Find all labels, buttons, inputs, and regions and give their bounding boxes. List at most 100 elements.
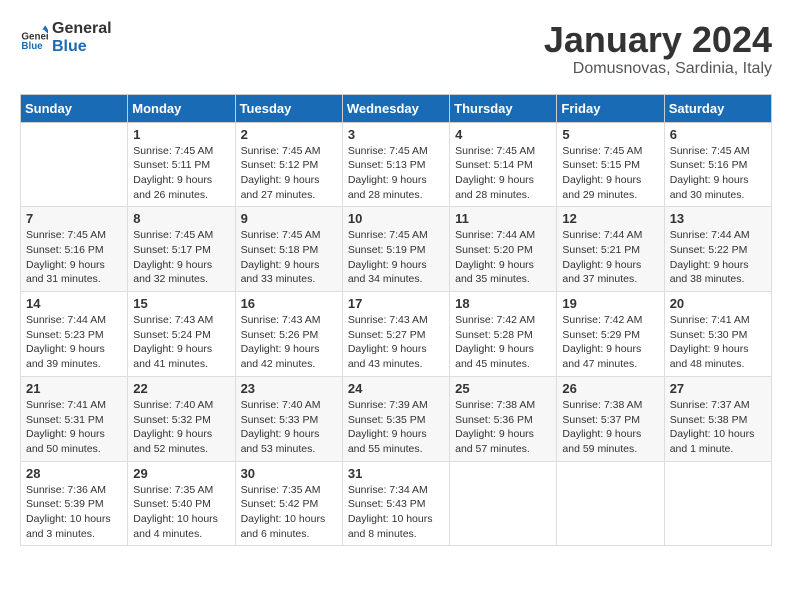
- day-number: 7: [26, 211, 122, 226]
- day-info: Sunrise: 7:43 AM Sunset: 5:24 PM Dayligh…: [133, 313, 229, 372]
- day-info: Sunrise: 7:40 AM Sunset: 5:33 PM Dayligh…: [241, 398, 337, 457]
- logo-general: General: [52, 20, 112, 38]
- calendar-cell: 5 Sunrise: 7:45 AM Sunset: 5:15 PM Daylig…: [557, 122, 664, 207]
- day-number: 25: [455, 381, 551, 396]
- calendar-cell: 26Sunrise: 7:38 AM Sunset: 5:37 PM Dayli…: [557, 376, 664, 461]
- week-row-4: 21 Sunrise: 7:41 AM Sunset: 5:31 PM Dayli…: [21, 376, 772, 461]
- calendar-cell: 11 Sunrise: 7:44 AM Sunset: 5:20 PM Dayli…: [450, 207, 557, 292]
- day-number: 8: [133, 211, 229, 226]
- day-number: 12: [562, 211, 658, 226]
- calendar-cell: 17Sunrise: 7:43 AM Sunset: 5:27 PM Dayli…: [342, 292, 449, 377]
- month-title: January 2024: [544, 20, 772, 60]
- calendar-cell: 3 Sunrise: 7:45 AM Sunset: 5:13 PM Daylig…: [342, 122, 449, 207]
- day-number: 13: [670, 211, 766, 226]
- calendar-cell: 10 Sunrise: 7:45 AM Sunset: 5:19 PM Dayli…: [342, 207, 449, 292]
- day-number: 28: [26, 466, 122, 481]
- calendar-cell: [21, 122, 128, 207]
- calendar-cell: 2 Sunrise: 7:45 AM Sunset: 5:12 PM Daylig…: [235, 122, 342, 207]
- day-number: 4: [455, 127, 551, 142]
- day-info: Sunrise: 7:38 AM Sunset: 5:36 PM Dayligh…: [455, 398, 551, 457]
- day-info: Sunrise: 7:44 AM Sunset: 5:23 PM Dayligh…: [26, 313, 122, 372]
- week-row-2: 7 Sunrise: 7:45 AM Sunset: 5:16 PM Daylig…: [21, 207, 772, 292]
- day-info: Sunrise: 7:41 AM Sunset: 5:31 PM Dayligh…: [26, 398, 122, 457]
- calendar-cell: 29 Sunrise: 7:35 AM Sunset: 5:40 PM Dayli…: [128, 461, 235, 546]
- day-number: 30: [241, 466, 337, 481]
- calendar-cell: 15 Sunrise: 7:43 AM Sunset: 5:24 PM Dayli…: [128, 292, 235, 377]
- day-number: 3: [348, 127, 444, 142]
- day-number: 27: [670, 381, 766, 396]
- calendar-cell: 4 Sunrise: 7:45 AM Sunset: 5:14 PM Daylig…: [450, 122, 557, 207]
- weekday-header-sunday: Sunday: [21, 94, 128, 122]
- day-number: 22: [133, 381, 229, 396]
- calendar-cell: 19 Sunrise: 7:42 AM Sunset: 5:29 PM Dayli…: [557, 292, 664, 377]
- day-number: 10: [348, 211, 444, 226]
- day-number: 11: [455, 211, 551, 226]
- day-number: 5: [562, 127, 658, 142]
- day-number: 31: [348, 466, 444, 481]
- day-info: Sunrise: 7:45 AM Sunset: 5:16 PM Dayligh…: [26, 228, 122, 287]
- calendar-cell: 7 Sunrise: 7:45 AM Sunset: 5:16 PM Daylig…: [21, 207, 128, 292]
- day-info: Sunrise: 7:45 AM Sunset: 5:12 PM Dayligh…: [241, 144, 337, 203]
- day-info: Sunrise: 7:41 AM Sunset: 5:30 PM Dayligh…: [670, 313, 766, 372]
- day-info: Sunrise: 7:43 AM Sunset: 5:26 PM Dayligh…: [241, 313, 337, 372]
- day-info: Sunrise: 7:45 AM Sunset: 5:16 PM Dayligh…: [670, 144, 766, 203]
- day-number: 14: [26, 296, 122, 311]
- day-info: Sunrise: 7:45 AM Sunset: 5:18 PM Dayligh…: [241, 228, 337, 287]
- day-info: Sunrise: 7:45 AM Sunset: 5:15 PM Dayligh…: [562, 144, 658, 203]
- weekday-header-saturday: Saturday: [664, 94, 771, 122]
- week-row-3: 14 Sunrise: 7:44 AM Sunset: 5:23 PM Dayli…: [21, 292, 772, 377]
- logo-blue: Blue: [52, 38, 112, 56]
- day-info: Sunrise: 7:45 AM Sunset: 5:13 PM Dayligh…: [348, 144, 444, 203]
- calendar-table: SundayMondayTuesdayWednesdayThursdayFrid…: [20, 94, 772, 547]
- day-info: Sunrise: 7:45 AM Sunset: 5:11 PM Dayligh…: [133, 144, 229, 203]
- location: Domusnovas, Sardinia, Italy: [544, 60, 772, 78]
- day-number: 20: [670, 296, 766, 311]
- calendar-cell: 27 Sunrise: 7:37 AM Sunset: 5:38 PM Dayli…: [664, 376, 771, 461]
- day-info: Sunrise: 7:45 AM Sunset: 5:14 PM Dayligh…: [455, 144, 551, 203]
- day-info: Sunrise: 7:45 AM Sunset: 5:19 PM Dayligh…: [348, 228, 444, 287]
- calendar-cell: [664, 461, 771, 546]
- day-info: Sunrise: 7:45 AM Sunset: 5:17 PM Dayligh…: [133, 228, 229, 287]
- day-number: 26: [562, 381, 658, 396]
- day-info: Sunrise: 7:34 AM Sunset: 5:43 PM Dayligh…: [348, 483, 444, 542]
- day-info: Sunrise: 7:44 AM Sunset: 5:20 PM Dayligh…: [455, 228, 551, 287]
- day-number: 17: [348, 296, 444, 311]
- weekday-header-tuesday: Tuesday: [235, 94, 342, 122]
- calendar-cell: [450, 461, 557, 546]
- calendar-cell: 8 Sunrise: 7:45 AM Sunset: 5:17 PM Daylig…: [128, 207, 235, 292]
- calendar-cell: 18Sunrise: 7:42 AM Sunset: 5:28 PM Dayli…: [450, 292, 557, 377]
- calendar-cell: 9Sunrise: 7:45 AM Sunset: 5:18 PM Daylig…: [235, 207, 342, 292]
- calendar-cell: 6 Sunrise: 7:45 AM Sunset: 5:16 PM Daylig…: [664, 122, 771, 207]
- day-info: Sunrise: 7:35 AM Sunset: 5:42 PM Dayligh…: [241, 483, 337, 542]
- calendar-cell: 28Sunrise: 7:36 AM Sunset: 5:39 PM Dayli…: [21, 461, 128, 546]
- day-number: 19: [562, 296, 658, 311]
- day-info: Sunrise: 7:35 AM Sunset: 5:40 PM Dayligh…: [133, 483, 229, 542]
- calendar-cell: 13 Sunrise: 7:44 AM Sunset: 5:22 PM Dayli…: [664, 207, 771, 292]
- calendar-cell: 31 Sunrise: 7:34 AM Sunset: 5:43 PM Dayli…: [342, 461, 449, 546]
- weekday-header-friday: Friday: [557, 94, 664, 122]
- calendar-cell: 16 Sunrise: 7:43 AM Sunset: 5:26 PM Dayli…: [235, 292, 342, 377]
- weekday-header-monday: Monday: [128, 94, 235, 122]
- calendar-cell: 12 Sunrise: 7:44 AM Sunset: 5:21 PM Dayli…: [557, 207, 664, 292]
- day-info: Sunrise: 7:39 AM Sunset: 5:35 PM Dayligh…: [348, 398, 444, 457]
- day-info: Sunrise: 7:44 AM Sunset: 5:21 PM Dayligh…: [562, 228, 658, 287]
- day-info: Sunrise: 7:44 AM Sunset: 5:22 PM Dayligh…: [670, 228, 766, 287]
- day-number: 16: [241, 296, 337, 311]
- day-number: 6: [670, 127, 766, 142]
- day-number: 24: [348, 381, 444, 396]
- day-number: 15: [133, 296, 229, 311]
- calendar-cell: 1 Sunrise: 7:45 AM Sunset: 5:11 PM Daylig…: [128, 122, 235, 207]
- day-info: Sunrise: 7:40 AM Sunset: 5:32 PM Dayligh…: [133, 398, 229, 457]
- day-info: Sunrise: 7:37 AM Sunset: 5:38 PM Dayligh…: [670, 398, 766, 457]
- day-number: 2: [241, 127, 337, 142]
- calendar-cell: 24 Sunrise: 7:39 AM Sunset: 5:35 PM Dayli…: [342, 376, 449, 461]
- day-info: Sunrise: 7:42 AM Sunset: 5:29 PM Dayligh…: [562, 313, 658, 372]
- weekday-header-wednesday: Wednesday: [342, 94, 449, 122]
- page-header: General Blue General Blue January 2024 D…: [20, 20, 772, 78]
- day-number: 21: [26, 381, 122, 396]
- day-info: Sunrise: 7:42 AM Sunset: 5:28 PM Dayligh…: [455, 313, 551, 372]
- calendar-cell: [557, 461, 664, 546]
- weekday-header-row: SundayMondayTuesdayWednesdayThursdayFrid…: [21, 94, 772, 122]
- day-number: 1: [133, 127, 229, 142]
- day-number: 29: [133, 466, 229, 481]
